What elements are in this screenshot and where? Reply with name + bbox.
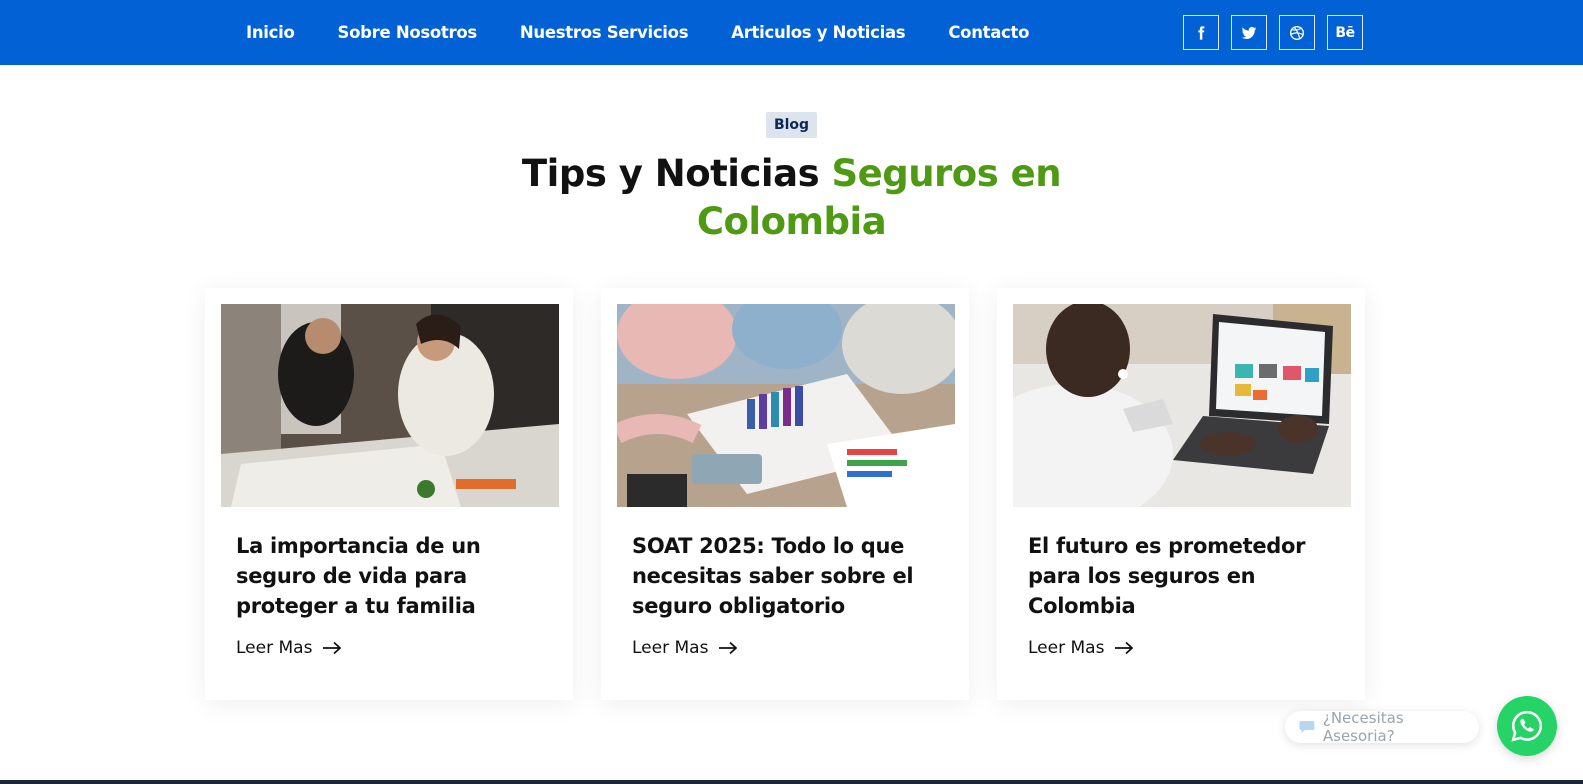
nav-item-sobre-nosotros[interactable]: Sobre Nosotros [338, 23, 478, 42]
nav-item-contacto[interactable]: Contacto [948, 23, 1029, 42]
blog-card-image[interactable] [221, 304, 559, 507]
nav-item-nuestros-servicios[interactable]: Nuestros Servicios [520, 23, 689, 42]
blog-card-title[interactable]: La importancia de un seguro de vida para… [236, 531, 536, 621]
facebook-link[interactable] [1183, 15, 1219, 50]
blog-card-2: SOAT 2025: Todo lo que necesitas saber s… [601, 288, 969, 700]
whatsapp-button[interactable] [1497, 696, 1557, 756]
arrow-right-icon [323, 641, 342, 655]
nav-item-articulos-noticias[interactable]: Articulos y Noticias [731, 23, 905, 42]
footer-edge [0, 780, 1583, 784]
blog-card-image[interactable] [1013, 304, 1351, 507]
blog-card-1: La importancia de un seguro de vida para… [205, 288, 573, 700]
read-more-label: Leer Mas [1028, 638, 1105, 658]
read-more-link[interactable]: Leer Mas [1028, 638, 1134, 658]
section-badge: Blog [766, 112, 817, 138]
nav-item-inicio[interactable]: Inicio [246, 23, 295, 42]
chat-prompt[interactable]: ¿Necesitas Asesoria? [1285, 709, 1479, 745]
section-title: Tips y Noticias Seguros en Colombia [500, 150, 1083, 246]
chat-bubble-icon [1299, 721, 1315, 733]
twitter-icon [1241, 26, 1257, 39]
social-links: Bē [1183, 15, 1363, 50]
blog-card-image[interactable] [617, 304, 955, 507]
read-more-link[interactable]: Leer Mas [632, 638, 738, 658]
read-more-link[interactable]: Leer Mas [236, 638, 342, 658]
whatsapp-icon [1511, 710, 1543, 742]
twitter-link[interactable] [1231, 15, 1267, 50]
arrow-right-icon [719, 641, 738, 655]
dribbble-link[interactable] [1279, 15, 1315, 50]
top-navbar: Inicio Sobre Nosotros Nuestros Servicios… [0, 0, 1583, 65]
arrow-right-icon [1115, 641, 1134, 655]
behance-link[interactable]: Bē [1327, 15, 1363, 50]
blog-card-title[interactable]: El futuro es prometedor para los seguros… [1028, 531, 1328, 621]
behance-icon: Bē [1335, 24, 1355, 41]
read-more-label: Leer Mas [632, 638, 709, 658]
read-more-label: Leer Mas [236, 638, 313, 658]
blog-card-3: El futuro es prometedor para los seguros… [997, 288, 1365, 700]
chat-prompt-text: ¿Necesitas Asesoria? [1322, 709, 1404, 745]
blog-card-title[interactable]: SOAT 2025: Todo lo que necesitas saber s… [632, 531, 932, 621]
facebook-icon [1198, 25, 1205, 40]
main-nav: Inicio Sobre Nosotros Nuestros Servicios… [246, 0, 1072, 65]
section-title-dark: Tips y Noticias [521, 152, 832, 195]
dribbble-icon [1290, 25, 1304, 40]
